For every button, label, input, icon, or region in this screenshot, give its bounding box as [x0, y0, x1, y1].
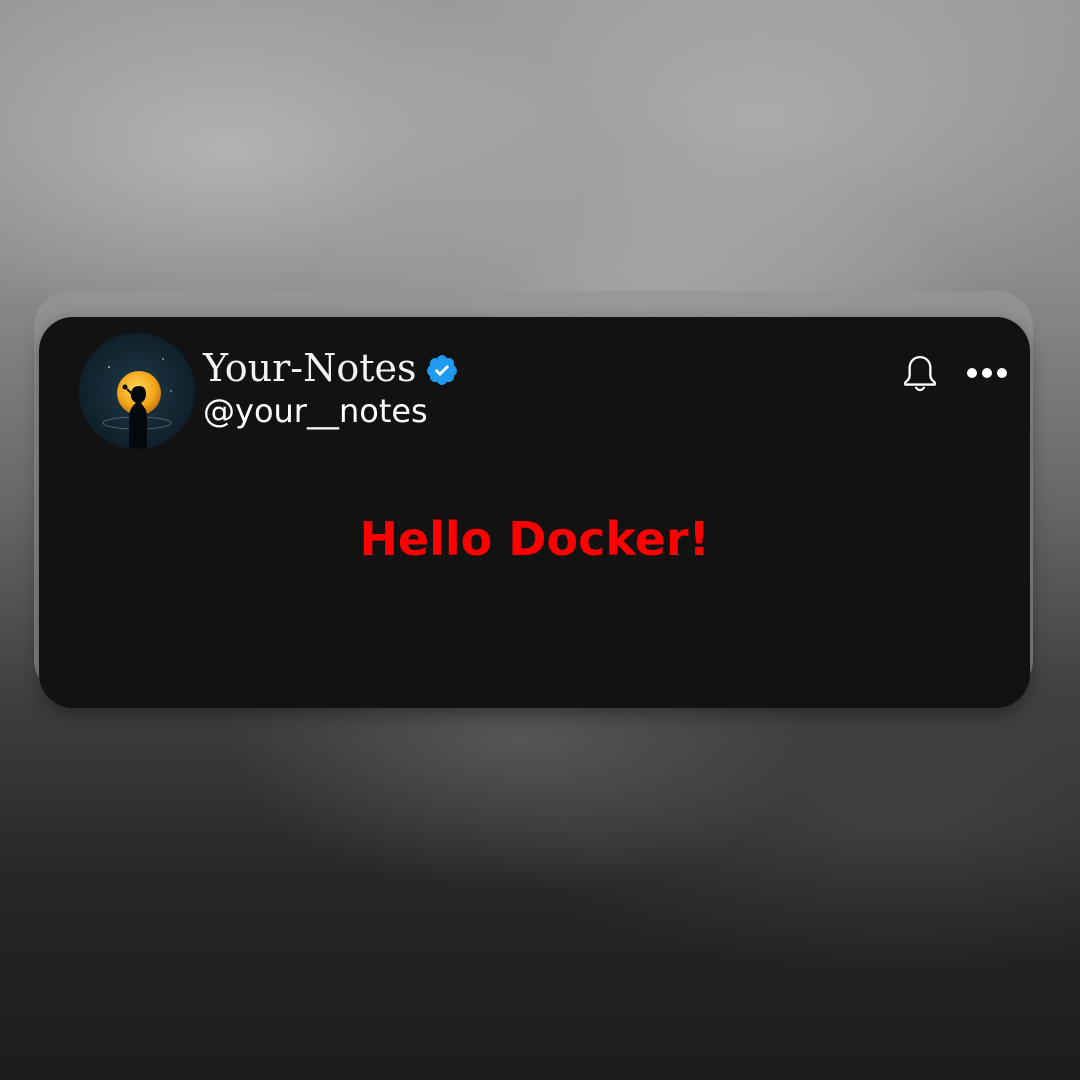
more-options-button[interactable]	[959, 353, 1015, 393]
notify-button[interactable]	[895, 349, 945, 399]
post-text: Hello Docker!	[359, 512, 710, 566]
moon-silhouette-avatar-icon	[79, 333, 195, 449]
display-name[interactable]: Your-Notes	[203, 345, 417, 391]
avatar[interactable]	[79, 333, 195, 449]
bell-icon	[904, 355, 936, 392]
post-card: Your-Notes @your__notes Hello Docker!	[39, 317, 1030, 708]
more-horizontal-icon	[967, 368, 1007, 378]
verified-badge-icon	[425, 353, 459, 387]
user-handle[interactable]: @your__notes	[203, 391, 428, 431]
